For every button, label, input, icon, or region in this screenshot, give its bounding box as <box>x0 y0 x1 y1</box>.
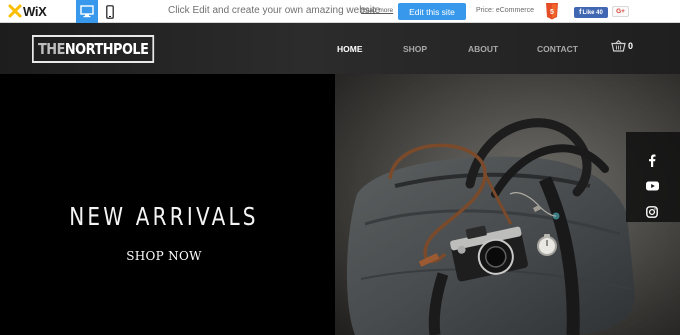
facebook-like-label: Like 40 <box>582 9 603 16</box>
basket-icon <box>611 40 626 52</box>
cart-count: 0 <box>628 41 634 51</box>
site-logo[interactable]: THE NORTHPOLE <box>32 35 155 63</box>
nav-contact[interactable]: CONTACT <box>537 44 578 54</box>
desktop-icon <box>80 5 94 18</box>
wix-wordmark: WiX <box>23 3 47 19</box>
html5-icon: 5 <box>546 3 558 20</box>
social-bar <box>626 132 680 222</box>
facebook-like-button[interactable]: f Like 40 <box>574 7 608 18</box>
logo-prefix: THE <box>38 40 65 58</box>
edit-this-site-button[interactable]: Edit this site <box>398 3 466 20</box>
wix-logo[interactable]: WiX <box>8 3 47 19</box>
wix-star-icon <box>8 4 22 18</box>
mobile-icon <box>106 4 114 19</box>
nav-shop[interactable]: SHOP <box>403 44 427 54</box>
wix-editor-bar: WiX Click Edit and create your own amazi… <box>0 0 680 23</box>
google-plus-button[interactable]: G+ <box>612 6 629 17</box>
desktop-view-button[interactable] <box>76 0 98 23</box>
logo-main: NORTHPOLE <box>64 40 149 58</box>
read-more-link[interactable]: Read more <box>361 7 393 14</box>
shop-now-link[interactable]: SHOP NOW <box>0 249 328 263</box>
nav-home[interactable]: HOME <box>337 44 363 54</box>
facebook-f-icon: f <box>579 9 582 16</box>
instagram-icon[interactable] <box>644 204 660 220</box>
nav-about[interactable]: ABOUT <box>468 44 498 54</box>
mobile-view-button[interactable] <box>99 0 121 23</box>
cart-button[interactable]: 0 <box>611 40 633 52</box>
hero-text-panel: NEW ARRIVALS SHOP NOW <box>0 74 335 335</box>
editor-promo-message: Click Edit and create your own amazing w… <box>168 5 381 16</box>
svg-text:5: 5 <box>550 9 554 16</box>
facebook-icon[interactable] <box>644 152 660 168</box>
hero-title: NEW ARRIVALS <box>69 202 259 231</box>
price-label: Price: eCommerce <box>476 7 534 14</box>
youtube-icon[interactable] <box>644 178 660 194</box>
